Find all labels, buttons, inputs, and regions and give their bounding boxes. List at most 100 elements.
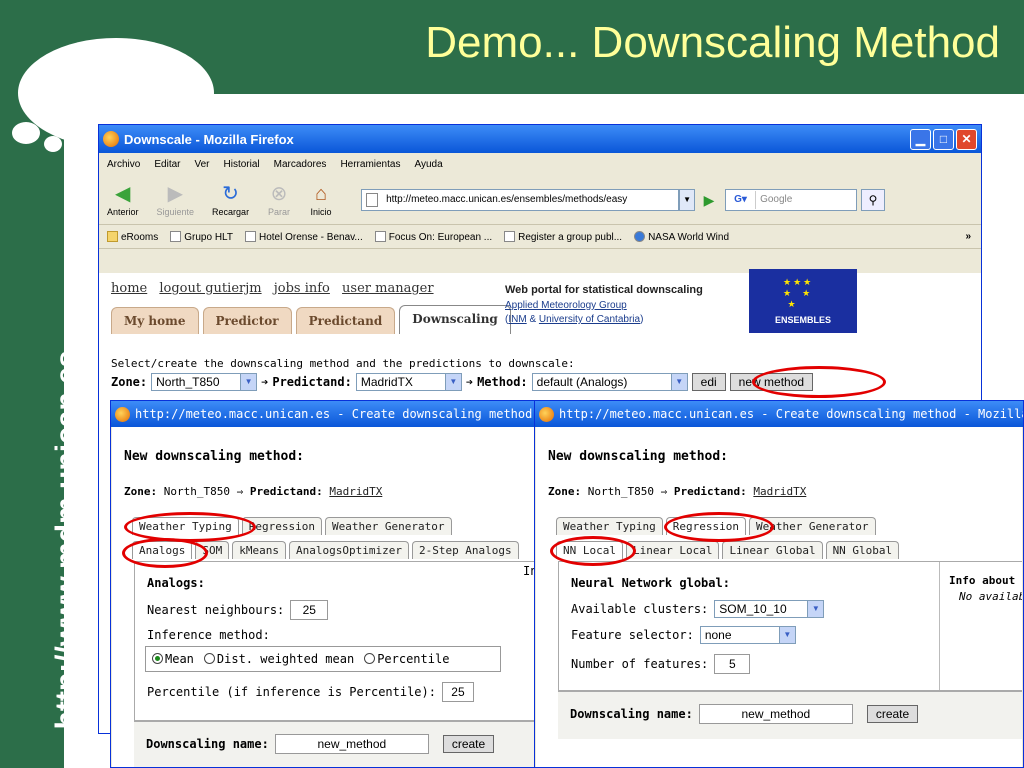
- forward-button[interactable]: ▶ Siguiente: [157, 183, 195, 217]
- url-history-dropdown[interactable]: ▼: [679, 188, 696, 211]
- tab-weather-generator[interactable]: Weather Generator: [324, 517, 452, 535]
- menu-ayuda[interactable]: Ayuda: [414, 159, 442, 170]
- nearest-neighbours-input[interactable]: 25: [290, 600, 329, 620]
- stop-button[interactable]: ⊗ Parar: [267, 183, 291, 217]
- link-applied-meteorology[interactable]: Applied Meteorology Group: [505, 299, 703, 313]
- highlight-ring-regression: [664, 512, 774, 542]
- radio-percentile[interactable]: Percentile: [364, 652, 449, 666]
- maximize-button[interactable]: □: [933, 128, 954, 150]
- link-predictand[interactable]: MadridTX: [329, 485, 382, 498]
- search-box[interactable]: G▾ Google: [725, 188, 858, 211]
- predictand-select[interactable]: MadridTX ▼: [355, 373, 462, 391]
- neural-network-panel: Neural Network global: Available cluster…: [558, 561, 1022, 691]
- menu-marcadores[interactable]: Marcadores: [274, 159, 327, 170]
- ensembles-logo: ★★★ ★ ★ ★ ENSEMBLES: [749, 269, 857, 333]
- minimize-button[interactable]: ▁: [910, 128, 931, 150]
- link-user-manager[interactable]: user manager: [342, 281, 434, 296]
- bookmark-focus-on[interactable]: Focus On: European ...: [374, 230, 492, 243]
- link-inm[interactable]: INM: [508, 314, 526, 325]
- tab-linear-local[interactable]: Linear Local: [625, 541, 720, 559]
- page-icon: [504, 230, 516, 242]
- info-text: No availab: [959, 590, 1022, 603]
- url-bar[interactable]: http://meteo.macc.unican.es/ensembles/me…: [361, 188, 680, 211]
- clusters-select[interactable]: SOM_10_10 ▼: [714, 600, 825, 618]
- analogs-panel: Analogs: In Nearest neighbours: 25 Infer…: [134, 561, 534, 721]
- menu-herramientas[interactable]: Herramientas: [340, 159, 400, 170]
- window-titlebar: Downscale - Mozilla Firefox ▁ □ ✕: [99, 125, 981, 153]
- firefox-icon: [115, 406, 130, 422]
- tab-linear-global[interactable]: Linear Global: [722, 541, 823, 559]
- tab-nn-global[interactable]: NN Global: [825, 541, 900, 559]
- inference-radio-group: Mean Dist. weighted mean Percentile: [145, 646, 501, 672]
- search-icon[interactable]: ⚲: [861, 188, 886, 211]
- downscaling-name-row: Downscaling name: new_method create: [146, 734, 495, 754]
- chevron-down-icon: ▼: [778, 627, 795, 643]
- link-university-cantabria[interactable]: University of Cantabria: [539, 314, 640, 325]
- tab-predictor[interactable]: Predictor: [202, 307, 292, 334]
- popup-analogs-window: http://meteo.macc.unican.es - Create dow…: [110, 400, 536, 768]
- firefox-icon: [103, 131, 119, 147]
- close-button[interactable]: ✕: [956, 128, 977, 150]
- tab-weather-typing[interactable]: Weather Typing: [556, 517, 663, 535]
- tab-my-home[interactable]: My home: [111, 307, 199, 334]
- go-icon[interactable]: ▶: [699, 190, 719, 210]
- highlight-ring-new-method: [752, 366, 886, 398]
- radio-mean[interactable]: Mean: [152, 652, 194, 666]
- number-of-features-input[interactable]: 5: [714, 654, 751, 674]
- bookmark-register-group[interactable]: Register a group publ...: [504, 230, 622, 243]
- radio-icon: [203, 653, 215, 664]
- tab-predictand[interactable]: Predictand: [295, 307, 396, 334]
- downscaling-name-input[interactable]: new_method: [698, 704, 853, 724]
- feature-selector-select[interactable]: none ▼: [699, 626, 796, 644]
- tab-two-step-analogs[interactable]: 2-Step Analogs: [411, 541, 519, 559]
- popup-footer: Downscaling name: new_method create: [558, 691, 1022, 739]
- back-button[interactable]: ◀ Anterior: [107, 183, 139, 217]
- radio-icon: [364, 653, 376, 664]
- menu-archivo[interactable]: Archivo: [107, 159, 140, 170]
- menu-ver[interactable]: Ver: [194, 159, 209, 170]
- bookmark-erooms[interactable]: eRooms: [107, 230, 158, 243]
- link-logout[interactable]: logout gutierjm: [159, 281, 261, 296]
- zone-select[interactable]: North_T850 ▼: [151, 373, 258, 391]
- bookmark-grupo-hlt[interactable]: Grupo HLT: [170, 230, 233, 243]
- back-arrow-icon: ◀: [115, 182, 131, 205]
- popup-titlebar: http://meteo.macc.unican.es - Create dow…: [111, 401, 535, 427]
- percentile-row: Percentile (if inference is Percentile):…: [147, 682, 474, 702]
- home-button[interactable]: ⌂ Inicio: [309, 183, 333, 217]
- more-bookmarks-button[interactable]: »: [965, 231, 971, 242]
- tab-kmeans[interactable]: kMeans: [232, 541, 286, 559]
- menu-editar[interactable]: Editar: [154, 159, 180, 170]
- bookmark-hotel-orense[interactable]: Hotel Orense - Benav...: [244, 230, 363, 243]
- page-icon: [170, 230, 182, 242]
- create-button[interactable]: create: [442, 735, 495, 753]
- radio-selected-icon: [152, 653, 163, 664]
- bookmark-nasa-world-wind[interactable]: NASA World Wind: [634, 230, 729, 243]
- edit-button[interactable]: edi: [691, 373, 726, 391]
- radio-dist-weighted-mean[interactable]: Dist. weighted mean: [203, 652, 354, 666]
- popup-body: New downscaling method: Zone: North_T850…: [536, 427, 1022, 767]
- inference-label: Inference method:: [147, 628, 270, 642]
- main-tabs: My home Predictor Predictand Downscaling: [111, 305, 511, 334]
- side-text: In: [523, 564, 534, 578]
- highlight-ring-analogs: [122, 538, 208, 568]
- percentile-input[interactable]: 25: [441, 682, 474, 702]
- select-instructions: Select/create the downscaling method and…: [111, 357, 575, 370]
- selection-row: Zone: North_T850 ▼ ➔ Predictand: MadridTX…: [111, 373, 814, 391]
- menu-historial[interactable]: Historial: [224, 159, 260, 170]
- create-button[interactable]: create: [866, 705, 919, 723]
- nearest-neighbours-row: Nearest neighbours: 25: [147, 600, 329, 620]
- link-home[interactable]: home: [111, 281, 147, 296]
- chevron-down-icon: ▼: [807, 601, 824, 617]
- method-select[interactable]: default (Analogs) ▼: [531, 373, 688, 391]
- reload-button[interactable]: ↻ Recargar: [212, 183, 249, 217]
- panel-title: Neural Network global:: [571, 576, 730, 590]
- tab-analogs-optimizer[interactable]: AnalogsOptimizer: [288, 541, 409, 559]
- link-jobs-info[interactable]: jobs info: [274, 281, 330, 296]
- number-of-features-row: Number of features: 5: [571, 654, 751, 674]
- tab-downscaling[interactable]: Downscaling: [399, 305, 511, 334]
- globe-icon: [634, 230, 646, 242]
- stop-icon: ⊗: [270, 182, 288, 205]
- google-engine-icon[interactable]: G▾: [726, 190, 757, 209]
- link-predictand[interactable]: MadridTX: [753, 485, 806, 498]
- downscaling-name-input[interactable]: new_method: [274, 734, 429, 754]
